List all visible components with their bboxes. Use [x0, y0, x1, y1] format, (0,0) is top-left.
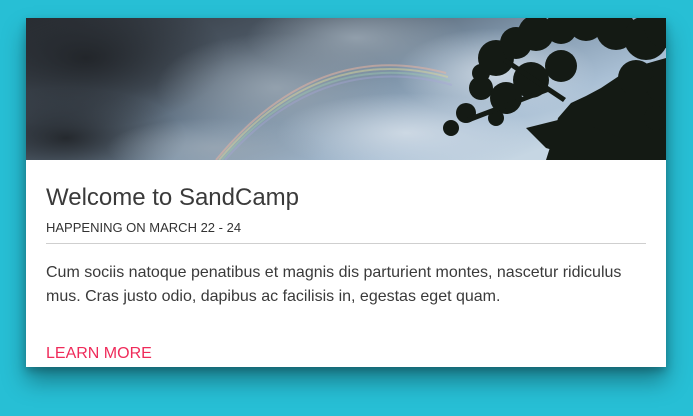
card-title: Welcome to SandCamp	[46, 184, 300, 211]
welcome-card: Welcome to SandCamp HAPPENING ON MARCH 2…	[26, 18, 666, 367]
learn-more-link[interactable]: LEARN MORE	[46, 345, 152, 363]
hero-image	[26, 18, 666, 160]
divider	[46, 243, 646, 244]
card-body-text: Cum sociis natoque penatibus et magnis d…	[46, 264, 622, 305]
card-subtitle: HAPPENING ON MARCH 22 - 24	[46, 220, 242, 235]
sky-rainbow-tree-image	[26, 18, 666, 160]
